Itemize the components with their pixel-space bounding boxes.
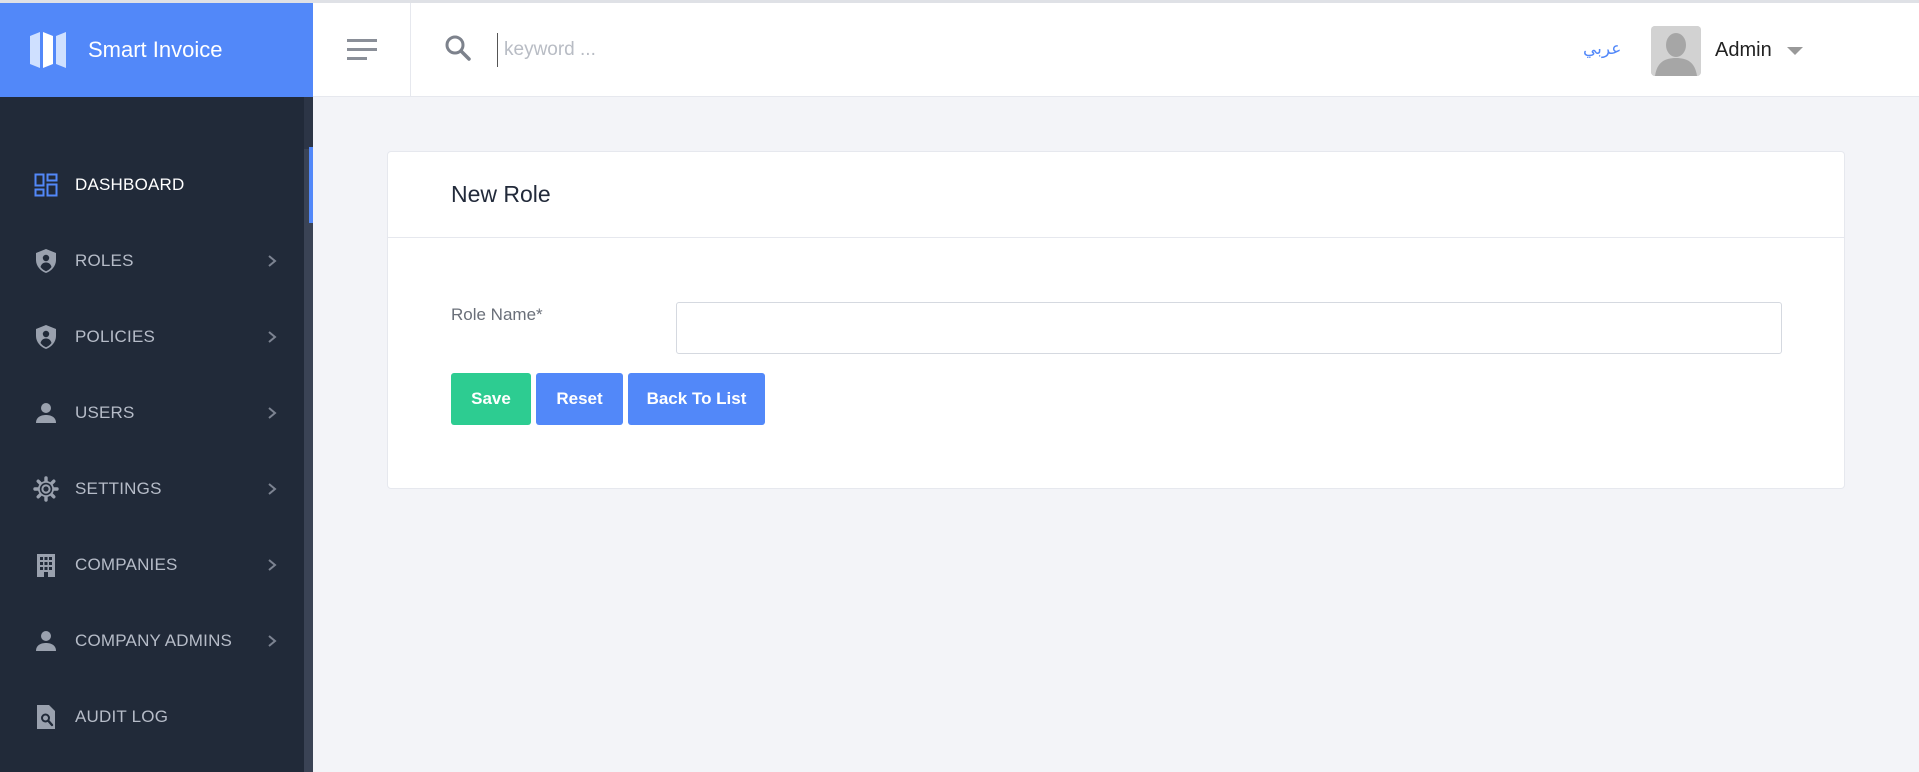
- sidebar-item-label: DASHBOARD: [75, 175, 185, 194]
- menu-toggle-button[interactable]: [313, 3, 411, 97]
- language-switch-link[interactable]: عربي: [1583, 39, 1621, 59]
- page-title: New Role: [451, 181, 551, 207]
- role-name-field[interactable]: [676, 302, 1782, 354]
- dashboard-icon: [33, 172, 59, 198]
- sidebar-item-label: POLICIES: [75, 327, 156, 346]
- sidebar-item-audit-log[interactable]: AUDIT LOG: [0, 687, 300, 747]
- active-indicator: [309, 147, 313, 223]
- back-to-list-button[interactable]: Back To List: [628, 373, 765, 425]
- save-button[interactable]: Save: [451, 373, 531, 425]
- new-role-card: New Role Role Name* Save Reset Back To L…: [387, 151, 1845, 489]
- sidebar-item-label: USERS: [75, 403, 135, 422]
- search-input[interactable]: [497, 33, 897, 67]
- sidebar-item-label: COMPANY ADMINS: [75, 631, 233, 650]
- person-icon: [33, 400, 59, 426]
- sidebar-scrollbar-thumb[interactable]: [304, 149, 313, 772]
- user-menu-caret-icon[interactable]: [1787, 47, 1803, 55]
- sidebar-item-label: ROLES: [75, 251, 134, 270]
- card-header: New Role: [388, 152, 1844, 238]
- chevron-right-icon: [268, 331, 277, 343]
- logo-icon: [30, 32, 66, 68]
- gear-icon: [33, 476, 59, 502]
- building-icon: [33, 552, 59, 578]
- chevron-right-icon: [268, 255, 277, 267]
- sidebar-item-users[interactable]: USERS: [0, 383, 300, 443]
- topbar: عربي Admin: [313, 3, 1919, 97]
- chevron-right-icon: [268, 407, 277, 419]
- sidebar-item-label: AUDIT LOG: [75, 707, 169, 726]
- sidebar-item-dashboard[interactable]: DASHBOARD: [0, 155, 300, 215]
- sidebar-item-settings[interactable]: SETTINGS: [0, 459, 300, 519]
- app-name: Smart Invoice: [88, 37, 223, 62]
- sidebar-item-label: COMPANIES: [75, 555, 178, 574]
- user-name[interactable]: Admin: [1715, 39, 1772, 62]
- shield-icon: [33, 248, 59, 274]
- sidebar-item-companies[interactable]: COMPANIES: [0, 535, 300, 595]
- chevron-right-icon: [268, 559, 277, 571]
- person-icon: [33, 628, 59, 654]
- shield-icon: [33, 324, 59, 350]
- reset-button[interactable]: Reset: [536, 373, 623, 425]
- chevron-right-icon: [268, 483, 277, 495]
- hamburger-icon: [346, 39, 377, 60]
- avatar[interactable]: [1651, 26, 1701, 76]
- sidebar-item-policies[interactable]: POLICIES: [0, 307, 300, 367]
- sidebar-item-roles[interactable]: ROLES: [0, 231, 300, 291]
- chevron-right-icon: [268, 635, 277, 647]
- brand-header[interactable]: Smart Invoice: [0, 3, 313, 97]
- role-name-label: Role Name*: [451, 305, 543, 324]
- document-search-icon: [33, 704, 59, 730]
- sidebar: DASHBOARD ROLES POLICIES USERS SETTINGS …: [0, 97, 313, 772]
- sidebar-item-label: SETTINGS: [75, 479, 162, 498]
- search-icon[interactable]: [443, 33, 473, 63]
- user-silhouette-icon: [1651, 26, 1701, 76]
- sidebar-item-company-admins[interactable]: COMPANY ADMINS: [0, 611, 300, 671]
